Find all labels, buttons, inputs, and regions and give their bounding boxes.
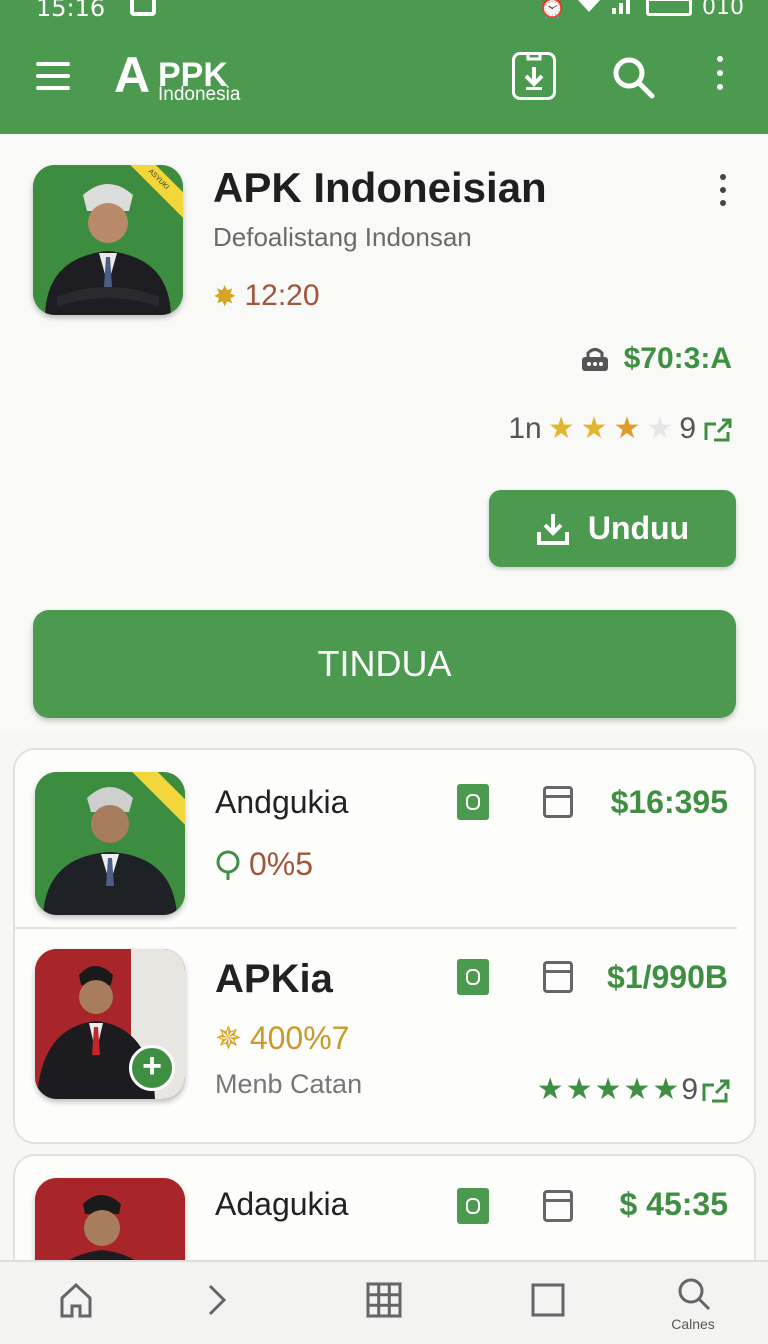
- more-vert-icon[interactable]: [712, 56, 728, 96]
- app-logo[interactable]: A PPK Indonesia: [114, 46, 264, 106]
- rating-prefix: 1n: [508, 412, 542, 445]
- unduh-button[interactable]: Unduu: [489, 490, 736, 567]
- share-icon[interactable]: [700, 1077, 730, 1103]
- star-icon: ★: [565, 1073, 593, 1106]
- status-right-text: 010: [702, 0, 744, 20]
- list-item[interactable]: Andgukia $16:395 0%5: [15, 750, 754, 928]
- star-burst-icon: ✸: [213, 280, 237, 312]
- menu-icon[interactable]: [36, 62, 72, 92]
- featured-more-icon[interactable]: [720, 174, 726, 213]
- star-icon: ★: [547, 412, 575, 445]
- home-icon: [60, 1282, 92, 1318]
- nav-search-label: Calnes: [671, 1316, 715, 1332]
- list-item-icon: [35, 772, 185, 915]
- featured-time-row: ✸ 12:20: [213, 279, 320, 313]
- list-item-price: $ 45:35: [619, 1186, 728, 1222]
- star-icon: ★: [594, 1073, 622, 1106]
- star-burst-icon: ✵: [215, 1020, 242, 1056]
- share-icon[interactable]: [702, 416, 732, 442]
- featured-app-section: ASYUKI APK Indoneisian Defoalistang Indo…: [0, 134, 768, 734]
- nav-square[interactable]: [518, 1280, 578, 1340]
- battery-icon: [646, 0, 692, 16]
- bottom-navigation: Calnes: [0, 1260, 768, 1344]
- list-item-meta: ✵ 400%7: [215, 1019, 349, 1057]
- lock-icon: [581, 348, 608, 371]
- list-item-price: $16:395: [610, 784, 728, 820]
- nav-grid[interactable]: [354, 1280, 414, 1340]
- list-item-meta-value: 400%7: [249, 1019, 350, 1056]
- list-item-title: Andgukia: [215, 784, 349, 820]
- download-icon: [536, 513, 569, 545]
- location-pin-icon: [216, 850, 240, 880]
- calendar-icon[interactable]: [543, 961, 573, 993]
- list-item-rating: ★ ★ ★ ★ ★ 9: [537, 1073, 730, 1107]
- nav-forward[interactable]: [186, 1280, 246, 1340]
- calendar-icon[interactable]: [543, 786, 573, 818]
- bookmark-icon[interactable]: [457, 959, 489, 995]
- status-icons: ⏰ 010: [539, 0, 744, 20]
- list-item-price: $1/990B: [607, 959, 728, 995]
- status-bar: 15:16 ⏰ 010: [0, 0, 768, 24]
- app-bar: A PPK Indonesia: [0, 40, 768, 120]
- featured-rating-row: 1n ★ ★ ★ ★ 9: [508, 412, 732, 446]
- logo-letter: A: [114, 47, 152, 103]
- search-icon[interactable]: [610, 54, 656, 100]
- notification-icon: [130, 0, 156, 16]
- nav-home[interactable]: [46, 1280, 106, 1340]
- signal-icon: [612, 0, 636, 20]
- alarm-icon: ⏰: [538, 0, 566, 20]
- unduh-label: Unduu: [587, 510, 690, 546]
- bookmark-icon[interactable]: [457, 784, 489, 820]
- wifi-icon: [576, 0, 602, 20]
- featured-price-row: $70:3:A: [580, 342, 732, 376]
- list-item-subtitle: Menb Catan: [215, 1069, 363, 1099]
- featured-time-value: 12:20: [244, 279, 320, 312]
- list-item[interactable]: + APKia $1/990B ✵ 400%7 Menb Catan ★ ★ ★…: [15, 929, 754, 1144]
- star-icon: ★: [613, 412, 641, 445]
- star-icon: ★: [580, 412, 608, 445]
- tindua-label: TINDUA: [317, 643, 452, 684]
- status-time: 15:16: [36, 0, 106, 22]
- logo-sub: Indonesia: [158, 84, 241, 105]
- list-item-meta-value: 0%5: [249, 846, 314, 882]
- grid-icon: [366, 1282, 402, 1318]
- star-empty-icon: ★: [646, 412, 674, 445]
- list-item-title: Adagukia: [215, 1186, 349, 1222]
- add-icon[interactable]: +: [129, 1045, 175, 1091]
- list-item-meta: 0%5: [215, 846, 313, 883]
- rating-suffix: 9: [681, 1073, 698, 1106]
- star-icon: ★: [536, 1073, 564, 1106]
- featured-price: $70:3:A: [623, 342, 732, 375]
- star-icon: ★: [623, 1073, 651, 1106]
- featured-app-icon[interactable]: ASYUKI: [33, 165, 183, 315]
- featured-app-title: APK Indoneisian: [213, 164, 547, 211]
- featured-app-subtitle: Defoalistang Indonsan: [213, 222, 472, 252]
- chevron-right-icon: [208, 1284, 227, 1316]
- search-icon: [678, 1278, 711, 1311]
- bookmark-icon[interactable]: [457, 1188, 489, 1224]
- list-item-title: APKia: [215, 957, 333, 1001]
- download-box-icon[interactable]: [512, 52, 556, 100]
- tindua-button[interactable]: TINDUA: [33, 610, 736, 718]
- nav-search[interactable]: Calnes: [663, 1276, 723, 1336]
- app-list-card: Andgukia $16:395 0%5 + APKia $1/990B ✵ 4…: [13, 748, 756, 1144]
- calendar-icon[interactable]: [543, 1190, 573, 1222]
- top-app-bar: 15:16 ⏰ 010 A PPK Indonesia: [0, 0, 768, 134]
- star-icon: ★: [652, 1073, 680, 1106]
- square-icon: [531, 1283, 565, 1317]
- rating-suffix: 9: [679, 412, 696, 445]
